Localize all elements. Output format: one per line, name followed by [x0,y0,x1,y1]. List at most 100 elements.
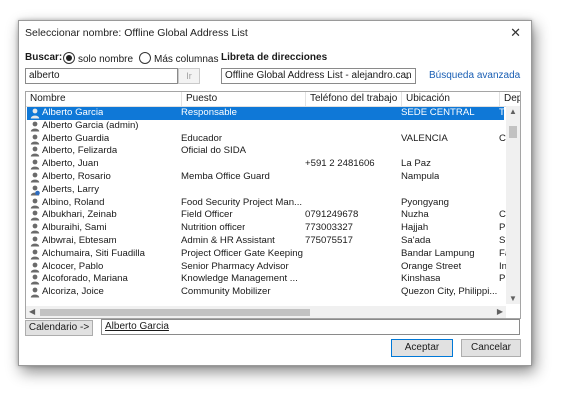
recipient-field[interactable]: Alberto Garcia [101,319,520,335]
dialog-title: Seleccionar nombre: Offline Global Addre… [25,27,248,39]
table-row[interactable]: Alchumaira, Siti Fuadilla Project Officer… [27,247,510,261]
table-row[interactable]: Alberto, Felizarda Oficial do SIDA [27,145,504,158]
person-icon [30,262,40,273]
cell-location: La Paz [401,158,431,170]
chevron-down-icon: ⌄ [403,71,411,81]
vertical-scroll-thumb[interactable] [509,126,517,138]
radio-more-columns-label: Más columnas [154,54,219,65]
cell-name: Albukhari, Zeinab [42,209,117,221]
cancel-button[interactable]: Cancelar [461,339,521,357]
scroll-right-icon[interactable]: ▶ [497,307,503,316]
column-header-title[interactable]: Puesto [182,92,306,106]
cell-title: Knowledge Management ... [181,273,298,285]
cell-title: Oficial do SIDA [181,145,247,157]
cell-location: Sa'ada [401,235,431,246]
radio-name-only[interactable]: solo nombre [63,52,133,65]
radio-more-columns[interactable]: Más columnas [139,52,218,65]
table-row[interactable]: Alberto, Rosario Memba Office Guard Nampul… [27,171,504,184]
cell-title: Memba Office Guard [181,171,270,182]
advanced-search-link[interactable]: Búsqueda avanzada [429,70,520,81]
cell-name: Alburaihi, Sami [42,222,107,234]
table-row[interactable]: Albwrai, Ebtesam Admin & HR Assistant 7750… [27,235,511,248]
person-icon [30,210,40,221]
person-icon [30,287,40,298]
person-icon [30,274,40,285]
cell-location: Orange Street [401,260,462,272]
cell-phone: 773003327 [305,222,354,234]
radio-name-only-label: solo nombre [78,54,134,65]
select-name-dialog: Seleccionar nombre: Offline Global Addre… [18,20,532,366]
recipient-name[interactable]: Alberto Garcia [105,321,169,332]
close-icon[interactable]: ✕ [510,25,521,41]
column-header-phone[interactable]: Teléfono del trabajo [306,92,402,106]
cell-location: Quezon City, Philippi... [401,286,498,298]
address-book-select[interactable]: Offline Global Address List - alejandro.… [221,68,416,84]
scroll-down-icon[interactable]: ▼ [509,294,517,303]
table-row[interactable]: Albino, Roland Food Security Project Man.… [27,197,504,210]
names-list[interactable]: Nombre Puesto Teléfono del trabajo Ubica… [25,91,521,319]
person-icon [30,172,40,183]
table-row[interactable]: Alberto, Juan +591 2 2481606 La Paz [27,158,504,171]
cell-name: Alberts, Larry [42,183,100,195]
cell-location: Nuzha [401,209,429,221]
person-icon [30,249,40,260]
cell-name: Alberto, Rosario [42,171,111,182]
person-icon [30,223,40,234]
table-row[interactable]: Alberto Garcia (admin) [27,120,504,133]
table-row[interactable]: Alberto GuardiaEducadorVALENCIACa [27,132,511,146]
column-header-location[interactable]: Ubicación [402,92,500,106]
cell-title: Project Officer Gate Keeping [181,247,303,259]
horizontal-scroll-thumb[interactable] [40,309,310,316]
cell-name: Alchumaira, Siti Fuadilla [42,247,145,259]
cell-name: Alberto, Felizarda [42,145,118,157]
person-icon [30,159,40,170]
ok-button[interactable]: Aceptar [391,339,453,357]
contact-globe-icon [30,185,40,196]
person-icon [30,121,40,132]
cell-name: Alberto Guardia [42,132,110,144]
column-header-name[interactable]: Nombre [26,92,182,106]
cell-name: Albino, Roland [42,196,105,208]
person-icon [30,108,40,119]
person-icon [30,236,40,247]
table-row[interactable]: Alburaihi, Sami Nutrition officer 77300332… [27,222,509,235]
vertical-scrollbar[interactable]: ▲ ▼ [506,106,520,304]
search-label: Buscar: [25,52,63,63]
search-input[interactable]: alberto [25,68,178,84]
cell-location: Nampula [401,171,440,182]
cell-name: Albwrai, Ebtesam [42,235,117,246]
column-header-department[interactable]: Dep [500,92,520,106]
cell-title: Admin & HR Assistant [181,235,275,246]
table-row[interactable]: Albukhari, Zeinab Field Officer 0791249678… [27,209,508,222]
table-row[interactable]: Alcocer, Pablo Senior Pharmacy Advisor Ora… [27,260,507,274]
cell-title: Educador [181,132,223,144]
address-book-value: Offline Global Address List - alejandro.… [225,70,412,81]
cell-title: Responsable [181,107,238,118]
cell-location: Kinshasa [401,273,441,285]
list-header: Nombre Puesto Teléfono del trabajo Ubica… [26,92,520,107]
cell-phone: +591 2 2481606 [305,158,375,170]
scroll-up-icon[interactable]: ▲ [509,107,517,116]
person-icon [30,146,40,157]
table-row[interactable]: Alcoforado, Mariana Knowledge Management … [27,273,509,286]
table-row[interactable]: Alberto Garcia Responsable SEDE CENTRAL Te [27,107,509,120]
cell-title: Community Mobilizer [181,286,271,298]
address-book-label: Libreta de direcciones [221,52,328,63]
radio-on-icon[interactable] [63,52,75,64]
person-icon [30,198,40,209]
cell-location: SEDE CENTRAL [401,107,475,118]
cell-phone: 0791249678 [305,209,359,221]
table-row[interactable]: Alcoriza, Joice Community Mobilizer Quezon… [27,286,504,299]
go-button[interactable]: Ir [178,68,200,84]
radio-off-icon[interactable] [139,52,151,64]
scroll-left-icon[interactable]: ◀ [29,307,35,316]
cell-location: Bandar Lampung [401,247,475,259]
horizontal-scrollbar[interactable]: ◀ ▶ [26,306,506,318]
cell-phone: 775075517 [305,235,354,246]
calendar-button[interactable]: Calendario -> [25,320,93,336]
cell-title: Senior Pharmacy Advisor [181,260,289,272]
table-row[interactable]: Alberts, Larry [27,184,504,197]
cell-name: Alcoriza, Joice [42,286,104,298]
cell-name: Alcocer, Pablo [42,260,104,272]
cell-location: VALENCIA [401,132,448,144]
